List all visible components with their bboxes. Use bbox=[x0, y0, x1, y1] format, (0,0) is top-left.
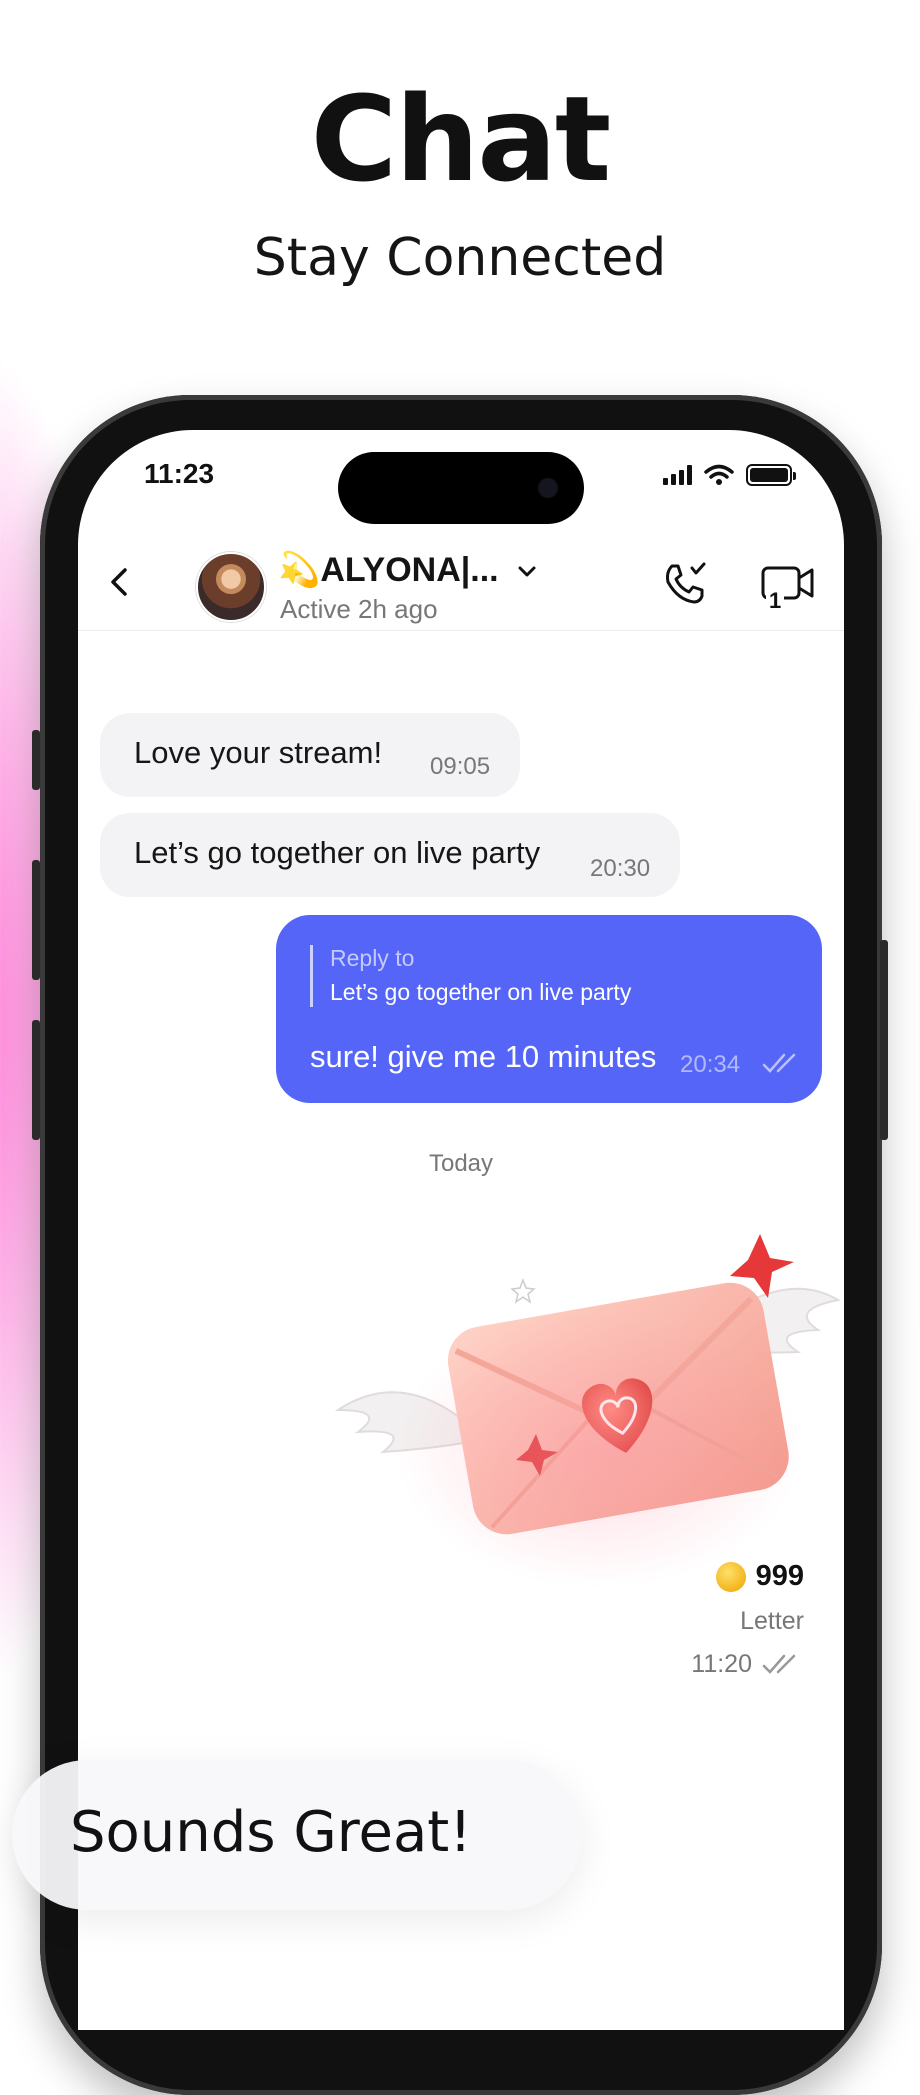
message-time: 09:05 bbox=[430, 753, 491, 780]
phone-side-button bbox=[32, 730, 40, 790]
read-receipt-icon bbox=[762, 1053, 796, 1073]
voice-call-icon[interactable] bbox=[660, 560, 708, 608]
gift-price: 999 bbox=[715, 1560, 804, 1593]
phone-volume-up bbox=[32, 860, 40, 980]
incoming-message[interactable]: Love your stream! 09:05 bbox=[100, 713, 520, 797]
gift-letter-sticker[interactable] bbox=[318, 1220, 844, 1600]
gift-name: Letter bbox=[740, 1607, 804, 1635]
promo-caption: Sounds Great! bbox=[70, 1800, 472, 1865]
message-time: 11:20 bbox=[691, 1650, 752, 1678]
incoming-message[interactable]: Let’s go together on live party 20:30 bbox=[100, 813, 680, 897]
back-arrow-icon[interactable] bbox=[100, 562, 140, 602]
chevron-down-icon[interactable] bbox=[516, 560, 538, 582]
gift-coins: 999 bbox=[755, 1560, 804, 1592]
read-receipt-icon bbox=[762, 1654, 796, 1674]
promo-caption-pill: Sounds Great! bbox=[12, 1760, 582, 1910]
message-text: Love your stream! bbox=[134, 735, 383, 770]
phone-volume-down bbox=[32, 1020, 40, 1140]
chat-header: 💫ALYONA|... Active 2h ago 1 bbox=[78, 540, 844, 631]
contact-name[interactable]: 💫ALYONA|... bbox=[278, 550, 499, 590]
video-call-badge: 1 bbox=[766, 590, 785, 612]
contact-avatar[interactable] bbox=[196, 552, 266, 622]
reply-quoted-text: Let’s go together on live party bbox=[330, 979, 632, 1005]
dynamic-island bbox=[338, 452, 584, 524]
message-time: 20:34 bbox=[680, 1051, 741, 1078]
outgoing-message[interactable]: Reply to Let’s go together on live party… bbox=[276, 915, 822, 1103]
date-separator: Today bbox=[428, 1150, 494, 1177]
message-time: 20:30 bbox=[590, 855, 651, 882]
wifi-icon bbox=[704, 464, 734, 485]
battery-icon bbox=[746, 464, 796, 486]
reply-label: Reply to bbox=[330, 945, 415, 971]
phone-power-button bbox=[880, 940, 888, 1140]
cellular-signal-icon bbox=[663, 465, 692, 485]
reply-quote-bar bbox=[310, 945, 313, 1007]
promo-headline: Chat bbox=[310, 70, 612, 208]
status-time: 11:23 bbox=[144, 458, 215, 489]
message-text: sure! give me 10 minutes bbox=[310, 1039, 657, 1074]
status-icons bbox=[663, 464, 796, 486]
contact-status: Active 2h ago bbox=[280, 594, 438, 624]
promo-subheadline: Stay Connected bbox=[253, 228, 667, 288]
message-text: Let’s go together on live party bbox=[134, 835, 541, 870]
coin-icon bbox=[715, 1561, 746, 1592]
